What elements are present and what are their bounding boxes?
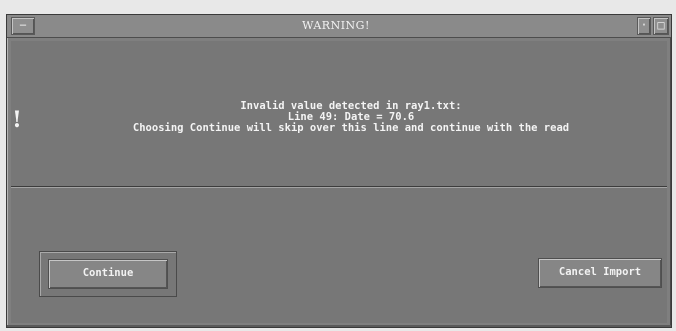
dialog-content: ! Invalid value detected in ray1.txt: Li… [11,41,667,323]
cancel-import-button[interactable]: Cancel Import [538,258,662,288]
message-line-3: Choosing Continue will skip over this li… [132,122,570,134]
window-bottom-border [7,325,671,327]
window-menu-icon: − [19,18,27,32]
warning-dialog: − WARNING! · □ ! Invalid value detected … [6,14,672,328]
maximize-button[interactable]: □ [653,17,669,35]
window-menu-button[interactable]: − [11,17,35,35]
continue-button[interactable]: Continue [48,259,168,289]
title-bar[interactable]: − WARNING! · □ [7,15,671,38]
window-title: WARNING! [302,19,370,32]
minimize-icon: · [640,18,648,32]
warning-icon: ! [12,107,22,133]
maximize-icon: □ [657,18,665,32]
warning-message: Invalid value detected in ray1.txt: Line… [41,101,661,134]
minimize-button[interactable]: · [637,17,651,35]
separator [11,186,667,188]
default-button-frame: Continue [39,251,177,297]
